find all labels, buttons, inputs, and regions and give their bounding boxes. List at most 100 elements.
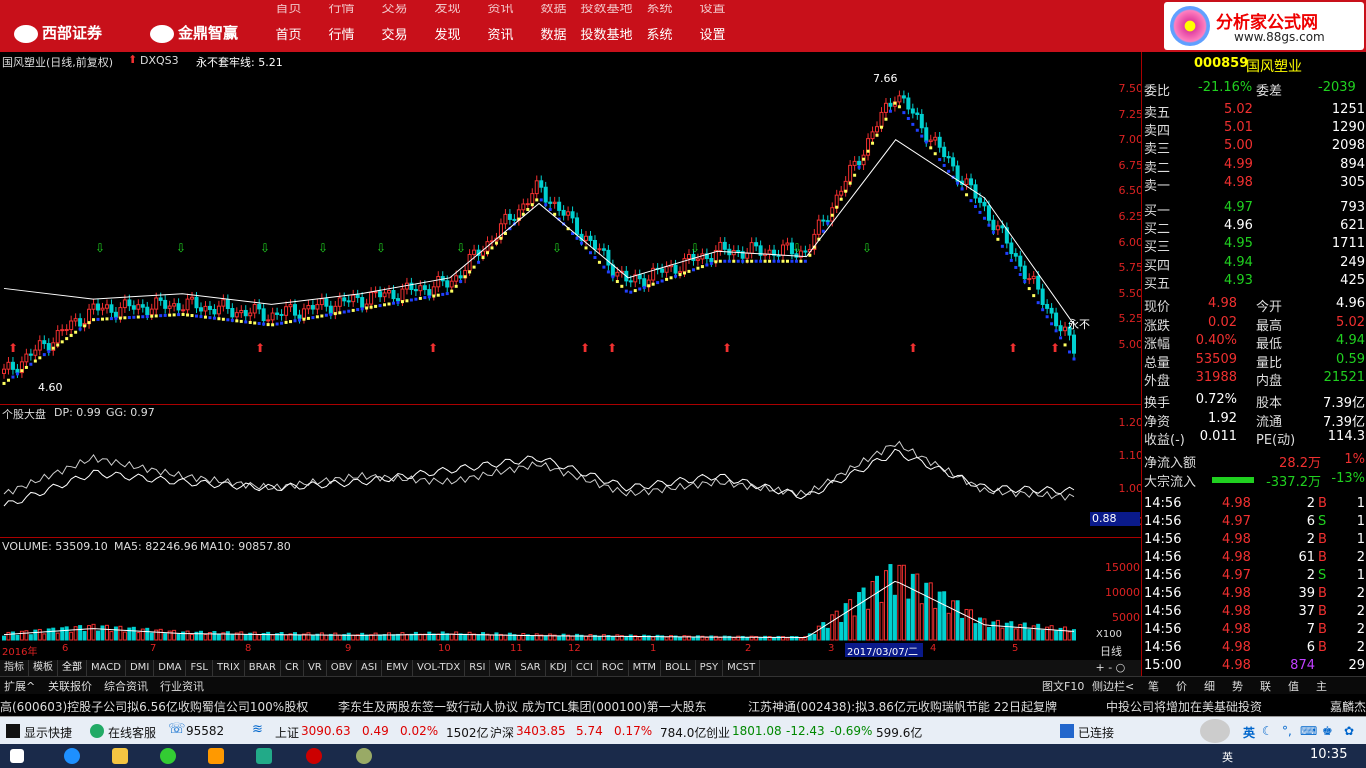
tab-wr[interactable]: WR xyxy=(490,660,517,676)
tab-模板[interactable]: 模板 xyxy=(29,660,58,676)
nav-item-0[interactable]: 首页 xyxy=(262,24,315,43)
ticker-item[interactable]: 中投公司将增加在美基础投资 xyxy=(1106,698,1262,715)
asks-row[interactable]: 卖四 5.01 1290 xyxy=(1142,120,1366,139)
settings-icon[interactable]: ✿ xyxy=(1344,724,1354,738)
subtab-right-4[interactable]: 细 xyxy=(1204,678,1215,694)
assistant-icon[interactable] xyxy=(1200,719,1230,743)
nav-item-6[interactable]: 投数基地 xyxy=(580,24,633,43)
ime-indicator[interactable]: 英 xyxy=(1243,724,1255,741)
keyboard-icon[interactable]: ⌨ xyxy=(1300,724,1317,738)
subtab-3[interactable]: 行业资讯 xyxy=(160,678,204,694)
app-icon-2[interactable] xyxy=(256,748,272,764)
subtab-right-8[interactable]: 主 xyxy=(1316,678,1327,694)
subtab-2[interactable]: 综合资讯 xyxy=(104,678,148,694)
tick-row[interactable]: 14:56 4.98 7 B 2 xyxy=(1142,622,1366,640)
tab-boll[interactable]: BOLL xyxy=(661,660,696,676)
tab-brar[interactable]: BRAR xyxy=(245,660,281,676)
punct-icon[interactable]: °, xyxy=(1282,724,1292,738)
tick-row[interactable]: 14:56 4.98 37 B 2 xyxy=(1142,604,1366,622)
tab-sar[interactable]: SAR xyxy=(516,660,546,676)
nav-item-7[interactable]: 系统 xyxy=(633,24,686,43)
ticker-item[interactable]: 李东生及两股东签一致行动人协议 成为TCL集团(000100)第一大股东 xyxy=(338,698,707,715)
subtab-right-5[interactable]: 势 xyxy=(1232,678,1243,694)
bids-row[interactable]: 买四 4.94 249 xyxy=(1142,255,1366,274)
moon-icon[interactable]: ☾ xyxy=(1262,724,1273,738)
subtab-1[interactable]: 关联报价 xyxy=(48,678,92,694)
subtab-0[interactable]: 扩展^ xyxy=(4,678,35,694)
partner-logo[interactable]: 金鼎智赢 xyxy=(150,22,238,43)
bids-row[interactable]: 买三 4.95 1711 xyxy=(1142,236,1366,255)
tab-cr[interactable]: CR xyxy=(281,660,304,676)
chart-canvas[interactable]: ⬆ ⬆ ⬆ ⬆ ⬆ ⬆ ⬆ ⬆ ⬆ ⇩ ⇩ ⇩ ⇩ ⇩ ⇩ ⇩ ⇩ ⇩ ⇩ xyxy=(0,52,1092,642)
tab-dmi[interactable]: DMI xyxy=(126,660,155,676)
brand-logo[interactable]: 西部证券 xyxy=(14,22,102,43)
tick-row[interactable]: 14:56 4.98 61 B 2 xyxy=(1142,550,1366,568)
asks-row[interactable]: 卖一 4.98 305 xyxy=(1142,175,1366,194)
clock[interactable]: 10:35 xyxy=(1310,747,1347,762)
quick-button[interactable]: 显示快捷 xyxy=(24,724,72,741)
tab-kdj[interactable]: KDJ xyxy=(546,660,572,676)
tick-row[interactable]: 14:56 4.98 6 B 2 xyxy=(1142,640,1366,658)
tick-row[interactable]: 14:56 4.98 2 B 1 xyxy=(1142,496,1366,514)
ticker-item[interactable]: 江苏神通(002438):拟3.86亿元收购瑞帆节能 22日起复牌 xyxy=(748,698,1057,715)
tab-mcst[interactable]: MCST xyxy=(723,660,761,676)
news-ticker[interactable]: 高(600603)控股子公司拟6.56亿收购蜀信公司100%股权 李东生及两股东签… xyxy=(0,694,1366,716)
subtab-right-0[interactable]: 图文F10 xyxy=(1042,678,1084,694)
tab-cci[interactable]: CCI xyxy=(572,660,598,676)
subtab-right-1[interactable]: 侧边栏< xyxy=(1092,678,1134,694)
subtab-right-6[interactable]: 联 xyxy=(1260,678,1271,694)
tab-mtm[interactable]: MTM xyxy=(629,660,661,676)
nav-item-1[interactable]: 行情 xyxy=(315,24,368,43)
period-label[interactable]: 日线 xyxy=(1100,643,1122,659)
tab-macd[interactable]: MACD xyxy=(87,660,126,676)
subtab-right-3[interactable]: 价 xyxy=(1176,678,1187,694)
app-icon-3[interactable] xyxy=(356,748,372,764)
tick-row[interactable]: 14:56 4.97 2 S 1 xyxy=(1142,568,1366,586)
subtab-right-7[interactable]: 值 xyxy=(1288,678,1299,694)
tab-psy[interactable]: PSY xyxy=(696,660,724,676)
bids-row[interactable]: 买二 4.96 621 xyxy=(1142,218,1366,237)
bids-row[interactable]: 买五 4.93 425 xyxy=(1142,273,1366,292)
tick-row[interactable]: 14:56 4.98 39 B 2 xyxy=(1142,586,1366,604)
nav-item-4[interactable]: 资讯 xyxy=(474,24,527,43)
tab-vol-tdx[interactable]: VOL-TDX xyxy=(413,660,466,676)
asks-row[interactable]: 卖二 4.99 894 xyxy=(1142,157,1366,176)
up-arrow-icon: ⬆ xyxy=(8,341,18,355)
tick-row[interactable]: 14:56 4.97 6 S 1 xyxy=(1142,514,1366,532)
tab-dma[interactable]: DMA xyxy=(154,660,187,676)
tab-emv[interactable]: EMV xyxy=(382,660,413,676)
bids-row[interactable]: 买一 4.97 793 xyxy=(1142,200,1366,219)
tab-roc[interactable]: ROC xyxy=(598,660,629,676)
subtab-right-2[interactable]: 笔 xyxy=(1148,678,1159,694)
tab-obv[interactable]: OBV xyxy=(327,660,357,676)
connection-status[interactable]: 已连接 xyxy=(1078,724,1114,741)
zoom-controls[interactable]: + - ○ xyxy=(1092,660,1141,676)
tab-trix[interactable]: TRIX xyxy=(213,660,245,676)
nav-item-3[interactable]: 发现 xyxy=(421,24,474,43)
tab-全部[interactable]: 全部 xyxy=(58,660,87,676)
browser-icon[interactable] xyxy=(160,748,176,764)
nav-item-8[interactable]: 设置 xyxy=(686,24,739,43)
tab-vr[interactable]: VR xyxy=(304,660,327,676)
service-button[interactable]: 在线客服 xyxy=(108,724,156,741)
trading-app-icon[interactable] xyxy=(306,748,322,764)
candle-body xyxy=(181,309,186,312)
user-icon[interactable]: ♚ xyxy=(1322,724,1333,738)
ie-icon[interactable] xyxy=(64,748,80,764)
taskbar-lang[interactable]: 英 xyxy=(1222,749,1233,765)
tick-row[interactable]: 14:56 4.98 2 B 1 xyxy=(1142,532,1366,550)
asks-row[interactable]: 卖五 5.02 1251 xyxy=(1142,102,1366,121)
nav-item-2[interactable]: 交易 xyxy=(368,24,421,43)
nav-item-5[interactable]: 数据 xyxy=(527,24,580,43)
tab-asi[interactable]: ASI xyxy=(357,660,383,676)
tab-指标[interactable]: 指标 xyxy=(0,660,29,676)
start-icon[interactable] xyxy=(10,749,24,763)
folder-icon[interactable] xyxy=(112,748,128,764)
asks-row[interactable]: 卖三 5.00 2098 xyxy=(1142,138,1366,157)
tab-rsi[interactable]: RSI xyxy=(465,660,491,676)
app-icon-1[interactable] xyxy=(208,748,224,764)
tick-row[interactable]: 15:00 4.98 874 29 xyxy=(1142,658,1366,676)
ticker-item[interactable]: 高(600603)控股子公司拟6.56亿收购蜀信公司100%股权 xyxy=(0,698,308,715)
ticker-item[interactable]: 嘉麟杰(0 xyxy=(1330,698,1366,715)
tab-fsl[interactable]: FSL xyxy=(186,660,213,676)
